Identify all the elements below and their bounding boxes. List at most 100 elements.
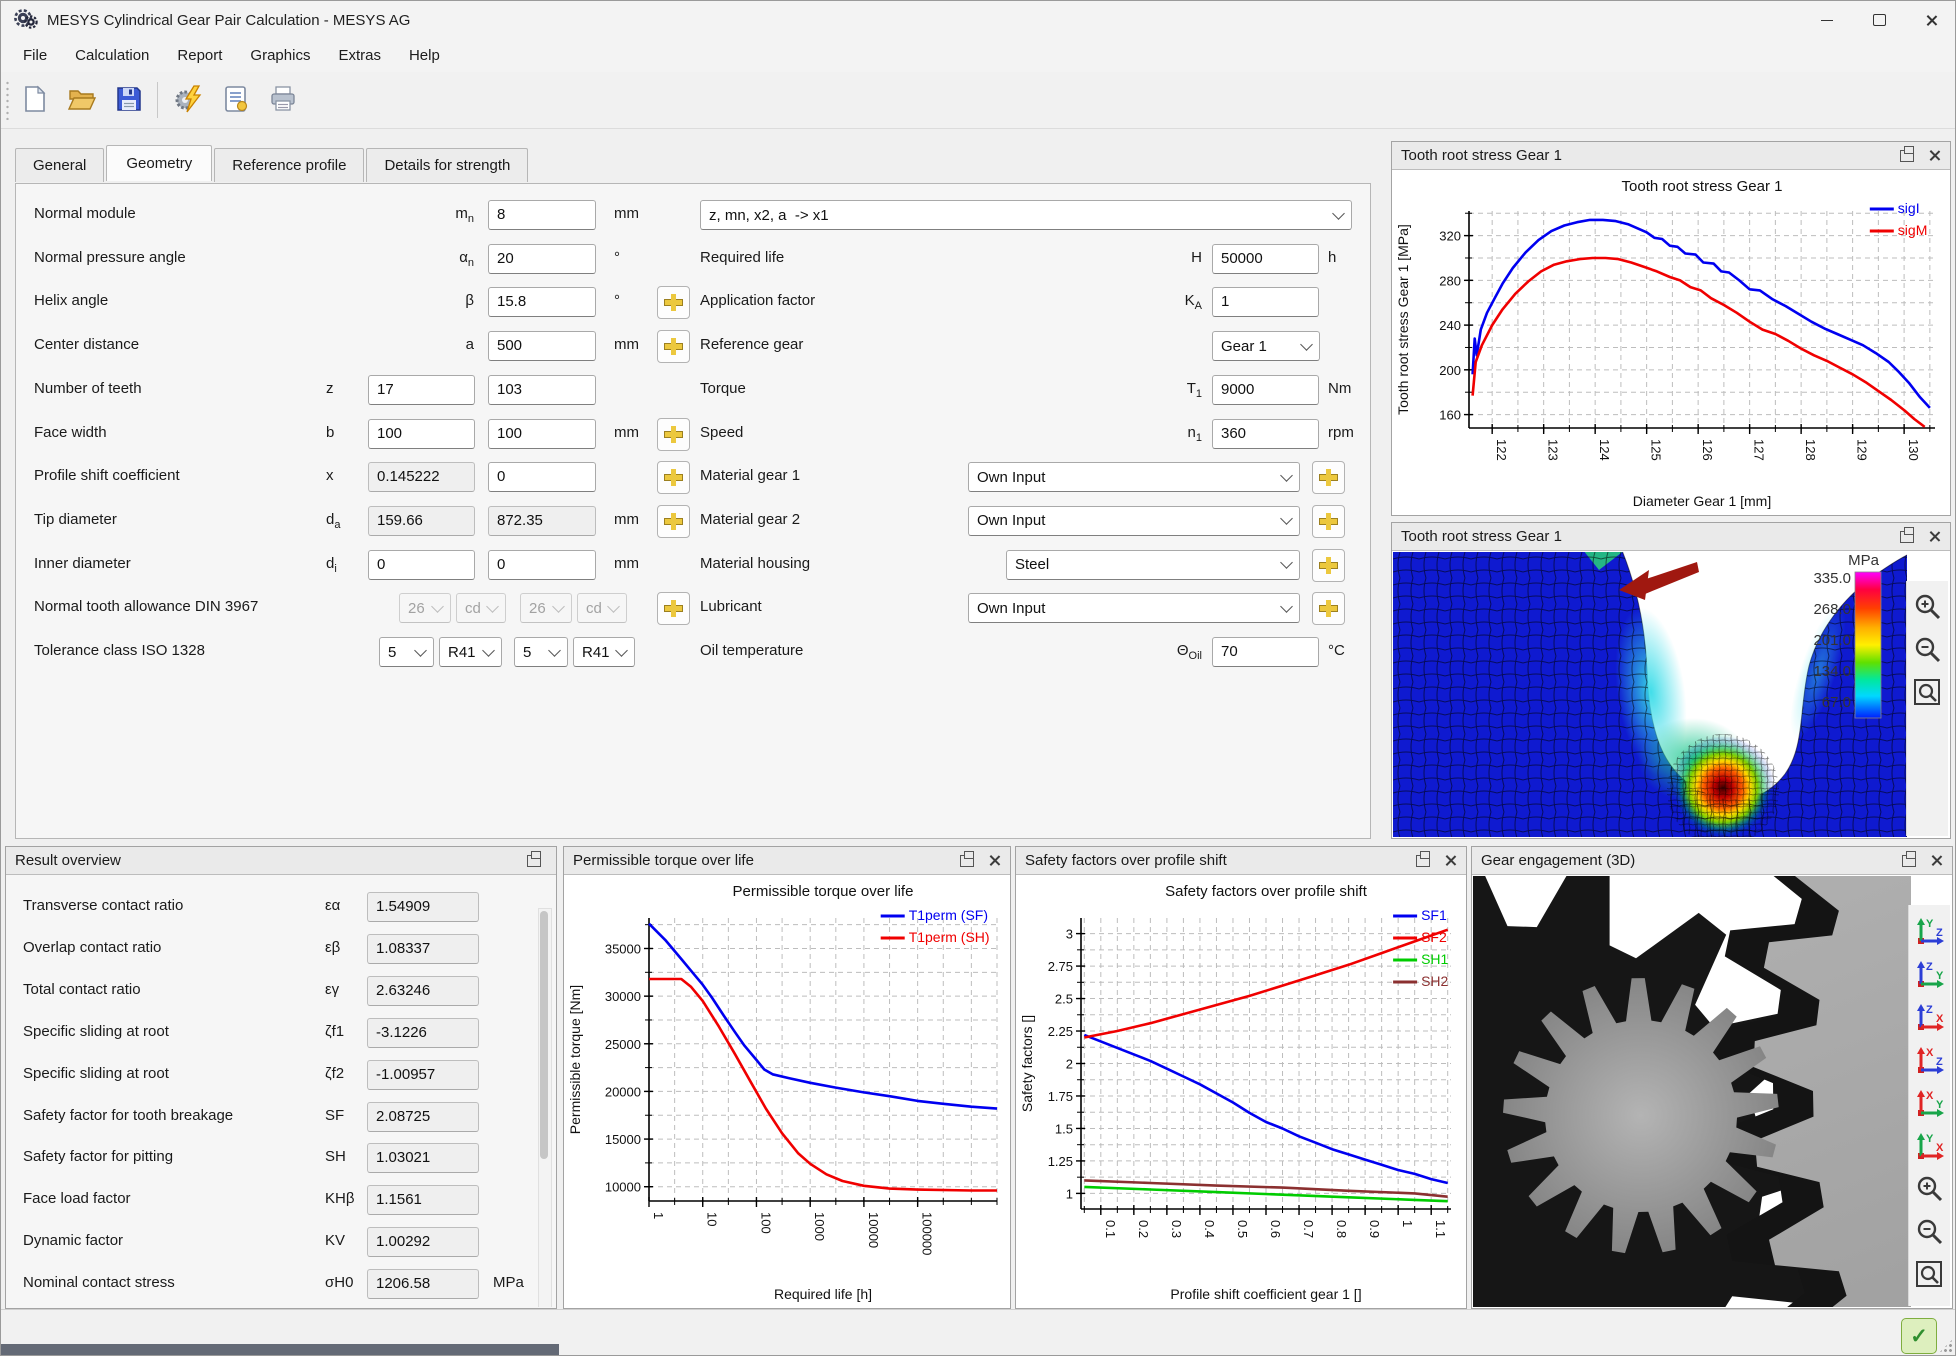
close-panel-icon[interactable]: [1928, 530, 1941, 543]
result-scrollbar[interactable]: [538, 908, 552, 1307]
gear3d-zoom-in-button[interactable]: [1912, 1171, 1948, 1207]
parameter-field[interactable]: 50000: [1212, 244, 1319, 274]
float-panel-icon[interactable]: [1900, 531, 1914, 543]
menu-item-graphics[interactable]: Graphics: [236, 42, 324, 69]
fem-zoom-in-button[interactable]: [1910, 589, 1946, 625]
conversion-plus-button[interactable]: [1312, 592, 1345, 625]
selection-dropdown[interactable]: Steel: [1006, 550, 1300, 580]
menu-item-help[interactable]: Help: [395, 42, 454, 69]
status-ok-button[interactable]: ✓: [1901, 1318, 1937, 1354]
tab-general[interactable]: General: [15, 148, 104, 182]
float-panel-icon[interactable]: [960, 855, 974, 867]
menu-item-file[interactable]: File: [9, 42, 61, 69]
result-value-field[interactable]: 1206.58: [367, 1269, 479, 1299]
result-value-field[interactable]: 1.00292: [367, 1227, 479, 1257]
float-panel-icon[interactable]: [1416, 855, 1430, 867]
tolerance-select[interactable]: R41: [439, 637, 502, 667]
result-value-field[interactable]: 1.1561: [367, 1185, 479, 1215]
view-orientation-icon[interactable]: YX: [1912, 1128, 1948, 1164]
tolerance-select[interactable]: 5: [379, 637, 434, 667]
reference-gear-dropdown[interactable]: Gear 1: [1212, 331, 1320, 361]
close-panel-icon[interactable]: [1928, 149, 1941, 162]
close-panel-icon[interactable]: [1444, 854, 1457, 867]
menu-item-calculation[interactable]: Calculation: [61, 42, 163, 69]
view-orientation-icon[interactable]: XZ: [1912, 1042, 1948, 1078]
conversion-plus-button[interactable]: [657, 418, 690, 451]
conversion-plus-button[interactable]: [657, 592, 690, 625]
parameter-field[interactable]: 9000: [1212, 375, 1319, 405]
result-value-field[interactable]: -1.00957: [367, 1060, 479, 1090]
gear2-value-field[interactable]: 8: [488, 200, 596, 230]
result-value-field[interactable]: 1.03021: [367, 1143, 479, 1173]
resize-grip[interactable]: [1939, 1339, 1953, 1353]
float-panel-icon[interactable]: [1902, 855, 1916, 867]
gear2-value-field[interactable]: 0: [488, 462, 596, 492]
gear2-value-field[interactable]: 872.35: [488, 506, 596, 536]
minimize-button[interactable]: [1801, 1, 1853, 39]
gear1-value-field[interactable]: 0.145222: [368, 462, 475, 492]
view-orientation-icon[interactable]: ZY: [1912, 956, 1948, 992]
gear2-value-field[interactable]: 100: [488, 419, 596, 449]
gear2-value-field[interactable]: 15.8: [488, 287, 596, 317]
result-value-field[interactable]: -3.1226: [367, 1018, 479, 1048]
conversion-plus-button[interactable]: [1312, 505, 1345, 538]
close-panel-icon[interactable]: [988, 854, 1001, 867]
tab-geometry[interactable]: Geometry: [106, 145, 212, 181]
gear2-value-field[interactable]: 0: [488, 550, 596, 580]
menu-item-report[interactable]: Report: [163, 42, 236, 69]
conversion-plus-button[interactable]: [657, 505, 690, 538]
conversion-plus-button[interactable]: [657, 461, 690, 494]
fem-zoom-fit-button[interactable]: [1910, 675, 1946, 711]
view-orientation-icon[interactable]: ZX: [1912, 999, 1948, 1035]
tolerance-select[interactable]: R41: [573, 637, 635, 667]
gear1-value-field[interactable]: 159.66: [368, 506, 475, 536]
report-button[interactable]: [214, 78, 258, 122]
gear-3d-view[interactable]: [1473, 876, 1911, 1307]
gear2-value-field[interactable]: 20: [488, 244, 596, 274]
print-button[interactable]: [261, 78, 305, 122]
float-panel-icon[interactable]: [527, 855, 541, 867]
tolerance-select[interactable]: 5: [514, 637, 568, 667]
conversion-plus-button[interactable]: [657, 330, 690, 363]
allowance-select[interactable]: 26: [520, 593, 572, 623]
selection-dropdown[interactable]: Own Input: [968, 462, 1300, 492]
menu-item-extras[interactable]: Extras: [324, 42, 395, 69]
new-document-button[interactable]: [13, 78, 57, 122]
fem-zoom-out-button[interactable]: [1910, 632, 1946, 668]
parameter-field[interactable]: 70: [1212, 637, 1319, 667]
close-panel-icon[interactable]: [1930, 854, 1943, 867]
result-value-field[interactable]: 2.63246: [367, 976, 479, 1006]
calculate-button[interactable]: [167, 78, 211, 122]
maximize-button[interactable]: [1853, 1, 1905, 39]
close-button[interactable]: [1905, 1, 1956, 39]
selection-dropdown[interactable]: Own Input: [968, 593, 1300, 623]
float-panel-icon[interactable]: [1900, 150, 1914, 162]
save-button[interactable]: [107, 78, 151, 122]
parameter-field[interactable]: 1: [1212, 287, 1319, 317]
gear3d-zoom-fit-button[interactable]: [1912, 1257, 1948, 1293]
gear1-value-field[interactable]: 17: [368, 375, 475, 405]
parameter-field[interactable]: 360: [1212, 419, 1319, 449]
allowance-select[interactable]: 26: [399, 593, 451, 623]
result-scrollbar-thumb[interactable]: [540, 911, 548, 1159]
tab-reference-profile[interactable]: Reference profile: [214, 148, 364, 182]
conversion-plus-button[interactable]: [657, 286, 690, 319]
view-orientation-icon[interactable]: YZ: [1912, 913, 1948, 949]
result-value-field[interactable]: 1.54909: [367, 892, 479, 922]
calculation-mode-dropdown[interactable]: z, mn, x2, a -> x1: [700, 200, 1352, 230]
open-folder-button[interactable]: [60, 78, 104, 122]
allowance-select[interactable]: cd: [456, 593, 506, 623]
view-orientation-icon[interactable]: XY: [1912, 1085, 1948, 1121]
gear2-value-field[interactable]: 500: [488, 331, 596, 361]
result-value-field[interactable]: 1.08337: [367, 934, 479, 964]
conversion-plus-button[interactable]: [1312, 549, 1345, 582]
conversion-plus-button[interactable]: [1312, 461, 1345, 494]
gear1-value-field[interactable]: 0: [368, 550, 475, 580]
tab-details-for-strength[interactable]: Details for strength: [366, 148, 528, 182]
allowance-select[interactable]: cd: [577, 593, 627, 623]
gear3d-zoom-out-button[interactable]: [1912, 1214, 1948, 1250]
result-value-field[interactable]: 2.08725: [367, 1102, 479, 1132]
gear1-value-field[interactable]: 100: [368, 419, 475, 449]
gear2-value-field[interactable]: 103: [488, 375, 596, 405]
selection-dropdown[interactable]: Own Input: [968, 506, 1300, 536]
